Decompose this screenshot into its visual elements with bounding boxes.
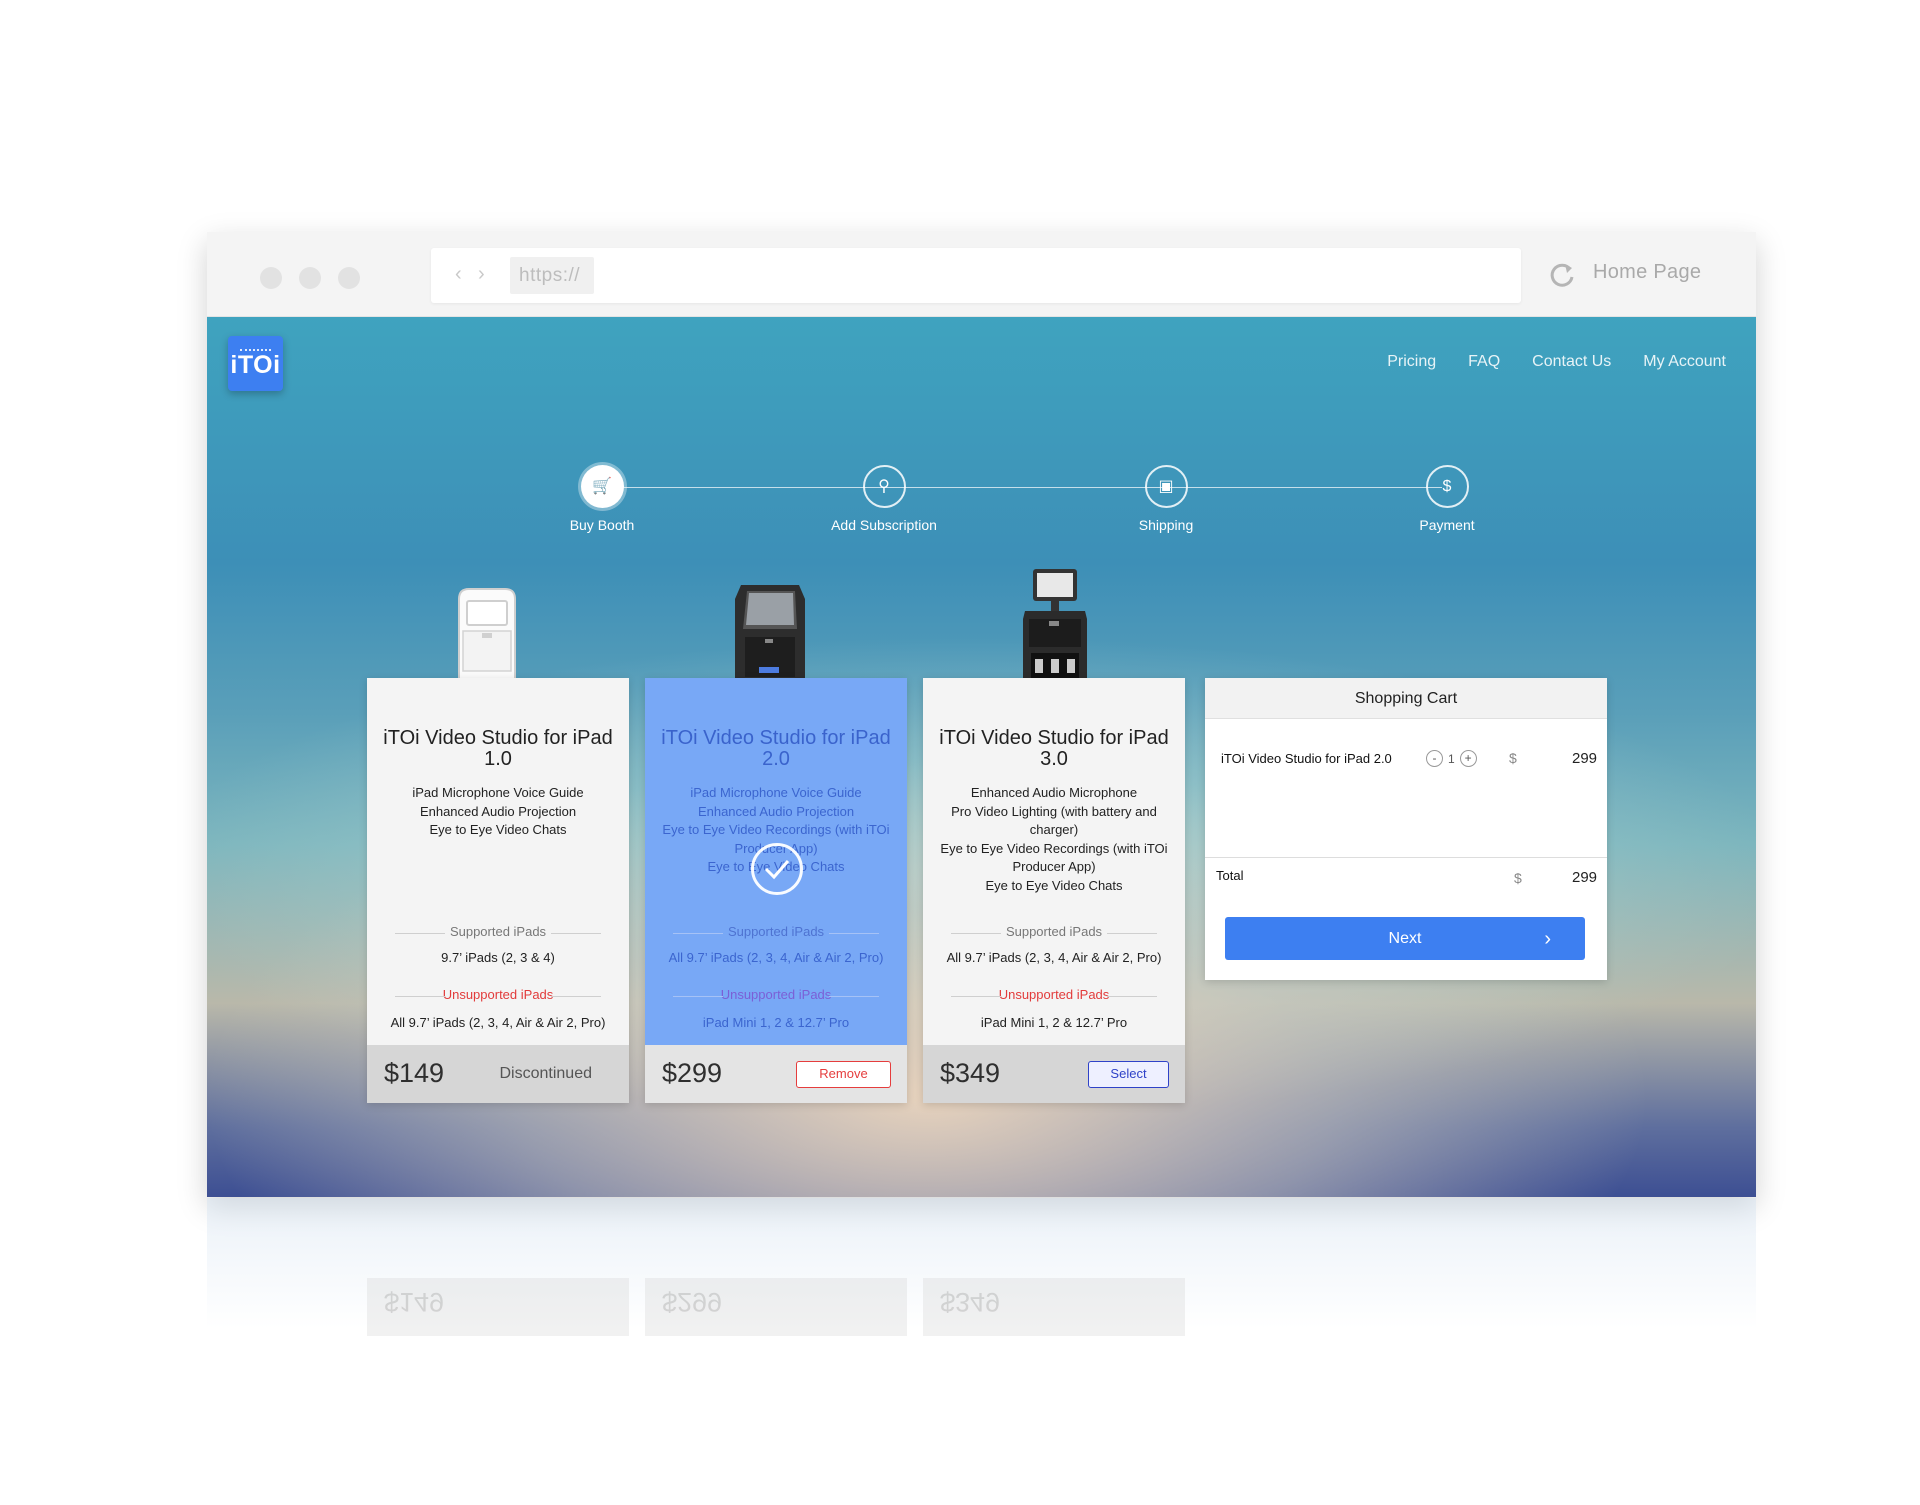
logo-dots-decoration xyxy=(240,349,271,351)
reflection-price: $149 xyxy=(384,1287,445,1317)
feature-item: Eye to Eye Video Recordings (with iTOi P… xyxy=(940,840,1168,875)
feature-item: Enhanced Audio Projection xyxy=(697,803,855,819)
nav-pricing[interactable]: Pricing xyxy=(1387,353,1436,371)
cart-item-name: iTOi Video Studio for iPad 2.0 xyxy=(1221,751,1392,766)
next-button[interactable]: Next › xyxy=(1225,917,1585,960)
page-content: iTOi Pricing FAQ Contact Us My Account 🛒… xyxy=(207,317,1756,1197)
reflection-footer: $149 xyxy=(367,1278,629,1336)
itoi-logo[interactable]: iTOi xyxy=(228,336,283,391)
supported-ipads: All 9.7’ iPads (2, 3, 4, Air & Air 2, Pr… xyxy=(946,950,1162,965)
supported-label: Supported iPads xyxy=(663,924,889,939)
top-navigation: Pricing FAQ Contact Us My Account xyxy=(1387,353,1726,371)
feature-list: iPad Microphone Voice Guide Enhanced Aud… xyxy=(373,784,623,840)
product-title-text: iTOi Video Studio for iPad 3.0 xyxy=(939,727,1169,770)
decrement-button[interactable]: - xyxy=(1426,750,1443,767)
feature-item: Eye to Eye Video Chats xyxy=(429,822,567,837)
step-label: Add Subscription xyxy=(831,517,937,533)
total-amount: 299 xyxy=(1572,869,1598,886)
price: $149 xyxy=(384,1058,445,1088)
supported-label: Supported iPads xyxy=(385,924,611,939)
box-icon: ▣ xyxy=(1144,465,1188,508)
price: $299 xyxy=(662,1058,723,1088)
supported-ipads: All 9.7’ iPads (2, 3, 4, Air & Air 2, Pr… xyxy=(668,950,884,965)
reflection-footer: $299 xyxy=(645,1278,907,1336)
discontinued-status: Discontinued xyxy=(499,1065,593,1082)
feature-list: Enhanced Audio Microphone Pro Video Ligh… xyxy=(929,784,1179,895)
product-title: iTOi Video Studio for iPad 1.0 xyxy=(367,728,629,770)
cart-divider xyxy=(1205,857,1607,858)
remove-button[interactable]: Remove xyxy=(796,1061,891,1088)
window-close-dot[interactable] xyxy=(260,267,282,289)
reflection-footer: $349 xyxy=(923,1278,1185,1336)
feature-item: Enhanced Audio Projection xyxy=(419,803,577,819)
dollar-icon: $ xyxy=(1425,465,1469,508)
address-bar[interactable]: ‹ › https:// xyxy=(431,248,1521,303)
product-title: iTOi Video Studio for iPad 3.0 xyxy=(923,728,1185,770)
product-title-text: iTOi Video Studio for iPad 2.0 xyxy=(661,727,891,770)
refresh-icon[interactable] xyxy=(1546,258,1578,290)
step-shipping[interactable]: ▣ Shipping xyxy=(1076,465,1256,533)
logo-text: iTOi xyxy=(230,351,281,379)
step-buy-booth[interactable]: 🛒 Buy Booth xyxy=(512,465,692,533)
quantity-stepper: - 1 + xyxy=(1426,750,1477,767)
forward-icon[interactable]: › xyxy=(478,263,485,286)
quantity-value: 1 xyxy=(1448,751,1455,766)
item-currency: $ xyxy=(1509,750,1517,766)
card-footer: $349 Select xyxy=(923,1045,1185,1103)
feature-item: iPad Microphone Voice Guide xyxy=(412,785,584,800)
window-minimize-dot[interactable] xyxy=(299,267,321,289)
wrench-icon: ⚲ xyxy=(862,465,906,508)
reflection-price: $299 xyxy=(662,1287,723,1317)
nav-my-account[interactable]: My Account xyxy=(1643,353,1726,371)
step-payment[interactable]: $ Payment xyxy=(1357,465,1537,533)
product-title-text: iTOi Video Studio for iPad 1.0 xyxy=(383,727,613,770)
browser-toolbar: ‹ › https:// Home Page xyxy=(207,232,1756,317)
step-add-subscription[interactable]: ⚲ Add Subscription xyxy=(794,465,974,533)
feature-item: iPad Microphone Voice Guide xyxy=(690,785,862,800)
back-icon[interactable]: ‹ xyxy=(455,263,462,286)
nav-faq[interactable]: FAQ xyxy=(1468,353,1500,371)
chevron-right-icon: › xyxy=(1544,928,1551,950)
select-button[interactable]: Select xyxy=(1088,1061,1169,1088)
cart-icon: 🛒 xyxy=(580,465,624,508)
card-footer: $299 Remove xyxy=(645,1045,907,1103)
total-label: Total xyxy=(1216,868,1244,883)
window-maximize-dot[interactable] xyxy=(338,267,360,289)
nav-contact-us[interactable]: Contact Us xyxy=(1532,353,1611,371)
unsupported-ipads: All 9.7’ iPads (2, 3, 4, Air & Air 2, Pr… xyxy=(390,1015,606,1030)
selected-check-icon xyxy=(751,843,803,895)
unsupported-ipads: iPad Mini 1, 2 & 12.7’ Pro xyxy=(980,1015,1128,1030)
total-currency: $ xyxy=(1514,870,1522,886)
next-label: Next xyxy=(1388,930,1422,947)
item-amount: 299 xyxy=(1572,750,1598,767)
feature-item: Pro Video Lighting (with battery and cha… xyxy=(951,803,1157,838)
supported-ipads: 9.7’ iPads (2, 3 & 4) xyxy=(441,950,555,965)
browser-window: ‹ › https:// Home Page iTOi Pricing FAQ … xyxy=(207,232,1756,1197)
unsupported-ipads: iPad Mini 1, 2 & 12.7’ Pro xyxy=(702,1015,850,1030)
supported-label: Supported iPads xyxy=(941,924,1167,939)
unsupported-label: Unsupported iPads xyxy=(663,987,889,1002)
step-label: Buy Booth xyxy=(569,517,635,533)
home-page-link[interactable]: Home Page xyxy=(1593,261,1701,284)
unsupported-label: Unsupported iPads xyxy=(941,987,1167,1002)
reflection-price: $349 xyxy=(940,1287,1001,1317)
feature-item: Enhanced Audio Microphone xyxy=(970,785,1138,800)
price: $349 xyxy=(940,1058,1001,1088)
product-card-ipad-3[interactable]: iTOi Video Studio for iPad 3.0 Enhanced … xyxy=(923,678,1185,1103)
product-title: iTOi Video Studio for iPad 2.0 xyxy=(645,728,907,770)
step-label: Shipping xyxy=(1138,517,1194,533)
unsupported-label: Unsupported iPads xyxy=(385,987,611,1002)
window-reflection: $149 $299 $349 xyxy=(207,1198,1756,1343)
feature-item: Eye to Eye Video Chats xyxy=(985,877,1123,893)
url-text[interactable]: https:// xyxy=(510,257,594,294)
cart-title: Shopping Cart xyxy=(1205,678,1607,719)
step-label: Payment xyxy=(1419,517,1475,533)
product-card-ipad-2[interactable]: iTOi Video Studio for iPad 2.0 iPad Micr… xyxy=(645,678,907,1103)
progress-line xyxy=(602,487,1442,488)
increment-button[interactable]: + xyxy=(1459,750,1477,767)
shopping-cart: Shopping Cart iTOi Video Studio for iPad… xyxy=(1205,678,1607,980)
card-footer: $149 Discontinued xyxy=(367,1045,629,1103)
product-card-ipad-1[interactable]: iTOi Video Studio for iPad 1.0 iPad Micr… xyxy=(367,678,629,1103)
